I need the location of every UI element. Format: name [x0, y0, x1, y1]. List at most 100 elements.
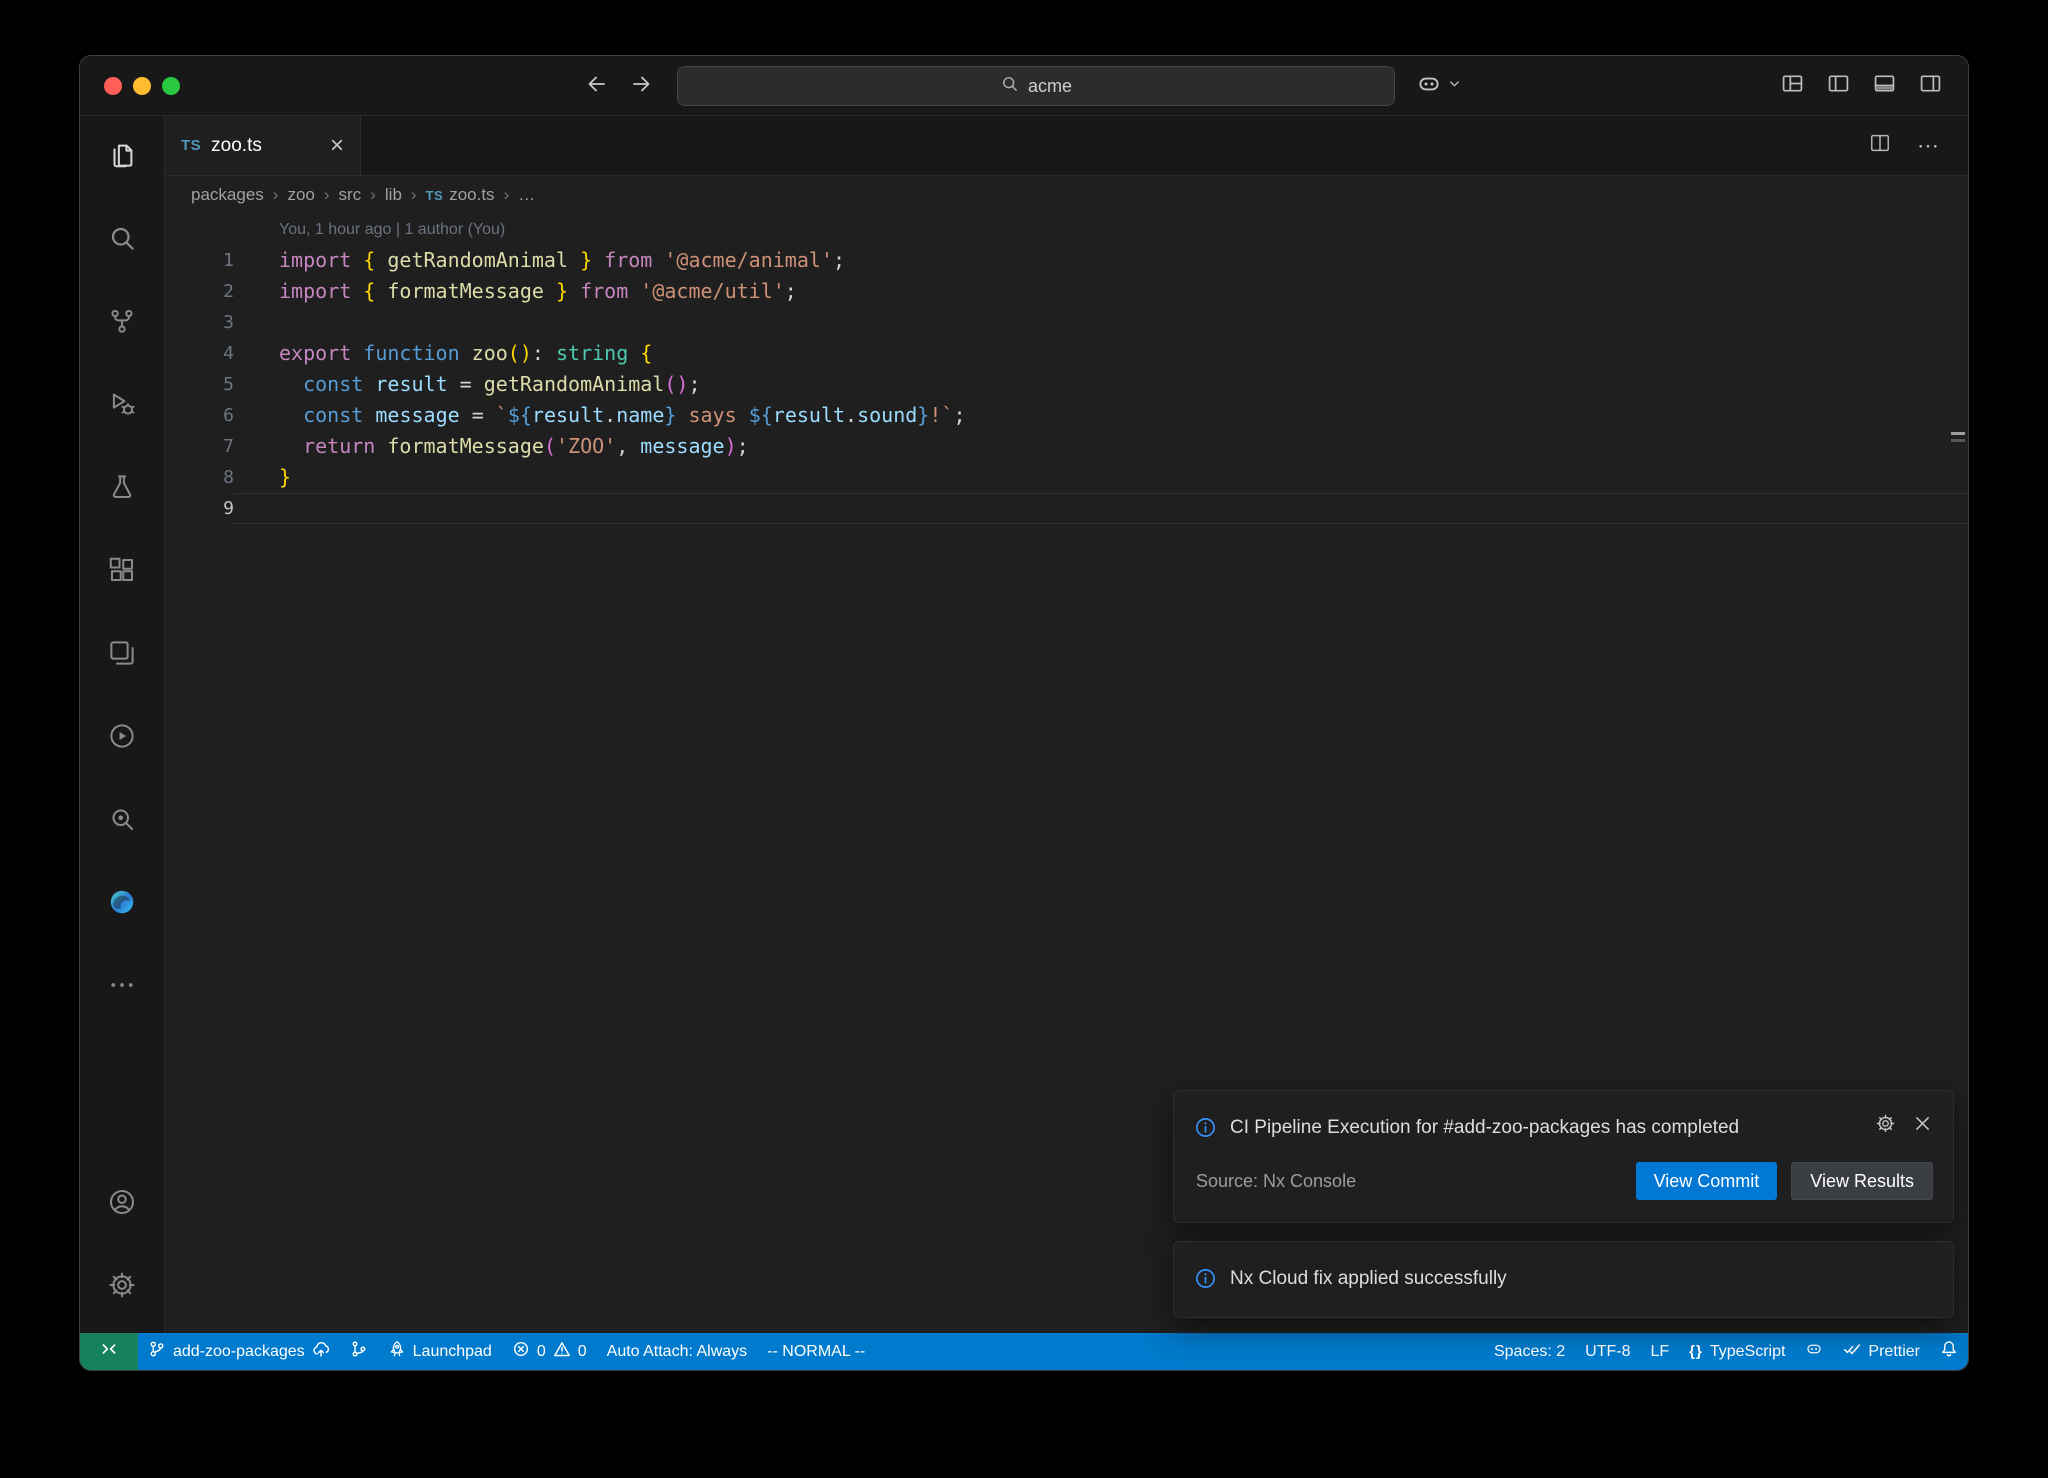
code-token: from [604, 248, 652, 272]
code-line-9[interactable]: 9 [165, 493, 1968, 524]
line-number: 4 [165, 338, 234, 369]
status-encoding[interactable]: UTF-8 [1575, 1333, 1640, 1370]
code-token [363, 372, 375, 396]
view-commit-button[interactable]: View Commit [1636, 1162, 1778, 1200]
typescript-file-icon: TS [426, 188, 444, 203]
status-remote-indicator[interactable] [80, 1333, 138, 1370]
code-token: name [616, 403, 664, 427]
sidebar-right-icon[interactable] [1919, 72, 1942, 100]
code-line-3[interactable]: 3 [165, 307, 1968, 338]
status-notifications-bell[interactable] [1930, 1333, 1968, 1370]
status-auto-attach[interactable]: Auto Attach: Always [597, 1333, 758, 1370]
code-line-7[interactable]: 7 return formatMessage('ZOO', message); [165, 431, 1968, 462]
tab-zoo-ts[interactable]: TS zoo.ts × [165, 116, 361, 175]
cloud-upload-icon [312, 1340, 330, 1363]
minimize-window-button[interactable] [133, 77, 151, 95]
status-eol[interactable]: LF [1640, 1333, 1679, 1370]
source-control-icon [107, 306, 137, 341]
code-content: import { getRandomAnimal } from '@acme/a… [234, 245, 1968, 276]
warning-icon [553, 1340, 571, 1363]
code-token [460, 341, 472, 365]
gear-icon[interactable] [1875, 1113, 1896, 1139]
code-token [375, 434, 387, 458]
code-line-2[interactable]: 2import { formatMessage } from '@acme/ut… [165, 276, 1968, 307]
code-token: = [460, 403, 496, 427]
code-line-6[interactable]: 6 const message = `${result.name} says $… [165, 400, 1968, 431]
code-token [544, 279, 556, 303]
breadcrumb-file[interactable]: TSzoo.ts [426, 185, 495, 205]
code-line-4[interactable]: 4export function zoo(): string { [165, 338, 1968, 369]
sidebar-left-icon[interactable] [1827, 72, 1850, 100]
close-window-button[interactable] [104, 77, 122, 95]
code-token [568, 279, 580, 303]
close-icon[interactable] [1912, 1113, 1933, 1139]
copilot-icon [1416, 71, 1442, 102]
status-vim-mode[interactable]: -- NORMAL -- [757, 1333, 875, 1370]
code-line-8[interactable]: 8} [165, 462, 1968, 493]
activity-edge-devtools[interactable] [80, 863, 164, 946]
activity-settings[interactable] [80, 1246, 164, 1329]
line-number: 1 [165, 245, 234, 276]
layout-grid-icon[interactable] [1781, 72, 1804, 100]
bell-icon [1940, 1340, 1958, 1363]
status-problems[interactable]: 00 [502, 1333, 597, 1370]
notifications-center: CI Pipeline Execution for #add-zoo-packa… [1173, 1090, 1954, 1318]
status-problems-label: 0 [578, 1343, 587, 1361]
tab-label: zoo.ts [211, 135, 262, 157]
notification-actions: View Commit View Results [1636, 1162, 1933, 1200]
activity-search[interactable] [80, 199, 164, 282]
code-token [363, 403, 375, 427]
chevron-right-icon: › [370, 185, 376, 205]
activity-inspect[interactable] [80, 780, 164, 863]
activity-remote-explorer[interactable] [80, 614, 164, 697]
notification-toast: Nx Cloud fix applied successfully [1173, 1241, 1954, 1318]
activity-bar-bottom [80, 1163, 164, 1333]
code-token [279, 434, 303, 458]
copilot-menu[interactable] [1416, 56, 1462, 116]
breadcrumb-lib[interactable]: lib [385, 185, 402, 205]
gear-icon [107, 1270, 137, 1305]
breadcrumb-packages[interactable]: packages [191, 185, 264, 205]
status-copilot[interactable] [1795, 1333, 1833, 1370]
status-language-mode-label: TypeScript [1710, 1343, 1786, 1361]
status-language-mode[interactable]: {}TypeScript [1679, 1333, 1795, 1370]
breadcrumb: packages›zoo›src›lib›TSzoo.ts›… [165, 176, 1968, 214]
activity-extensions[interactable] [80, 531, 164, 614]
status-launchpad[interactable]: Launchpad [378, 1333, 502, 1370]
code-token: says [676, 403, 748, 427]
code-token: ( [544, 434, 556, 458]
code-token: } [664, 403, 676, 427]
breadcrumb-more[interactable]: … [518, 185, 535, 205]
status-formatter[interactable]: Prettier [1833, 1333, 1930, 1370]
view-results-button[interactable]: View Results [1791, 1162, 1933, 1200]
breadcrumb-src[interactable]: src [339, 185, 362, 205]
activity-bar-top [80, 116, 164, 1029]
code-line-5[interactable]: 5 const result = getRandomAnimal(); [165, 369, 1968, 400]
activity-source-control[interactable] [80, 282, 164, 365]
code-token: = [448, 372, 484, 396]
code-token [375, 279, 387, 303]
status-problems-label: 0 [537, 1343, 546, 1361]
status-branch[interactable]: add-zoo-packages [138, 1333, 340, 1370]
activity-testing[interactable] [80, 448, 164, 531]
panel-bottom-icon[interactable] [1873, 72, 1896, 100]
activity-explorer[interactable] [80, 116, 164, 199]
activity-more-views[interactable] [80, 946, 164, 1029]
activity-run-profile[interactable] [80, 697, 164, 780]
code-token: , [616, 434, 640, 458]
back-arrow-icon[interactable] [585, 72, 609, 101]
breadcrumb-zoo[interactable]: zoo [287, 185, 314, 205]
code-line-1[interactable]: 1import { getRandomAnimal } from '@acme/… [165, 245, 1968, 276]
more-actions-icon[interactable]: ⋯ [1917, 133, 1940, 159]
command-center-search[interactable]: acme [677, 66, 1395, 106]
status-source-control-graph[interactable] [340, 1333, 378, 1370]
split-editor-icon[interactable] [1869, 132, 1891, 159]
activity-accounts[interactable] [80, 1163, 164, 1246]
forward-arrow-icon[interactable] [629, 72, 653, 101]
code-token: } [917, 403, 929, 427]
chevron-right-icon: › [273, 185, 279, 205]
zoom-window-button[interactable] [162, 77, 180, 95]
status-indentation[interactable]: Spaces: 2 [1484, 1333, 1575, 1370]
activity-run-and-debug[interactable] [80, 365, 164, 448]
close-tab-icon[interactable]: × [330, 134, 344, 158]
